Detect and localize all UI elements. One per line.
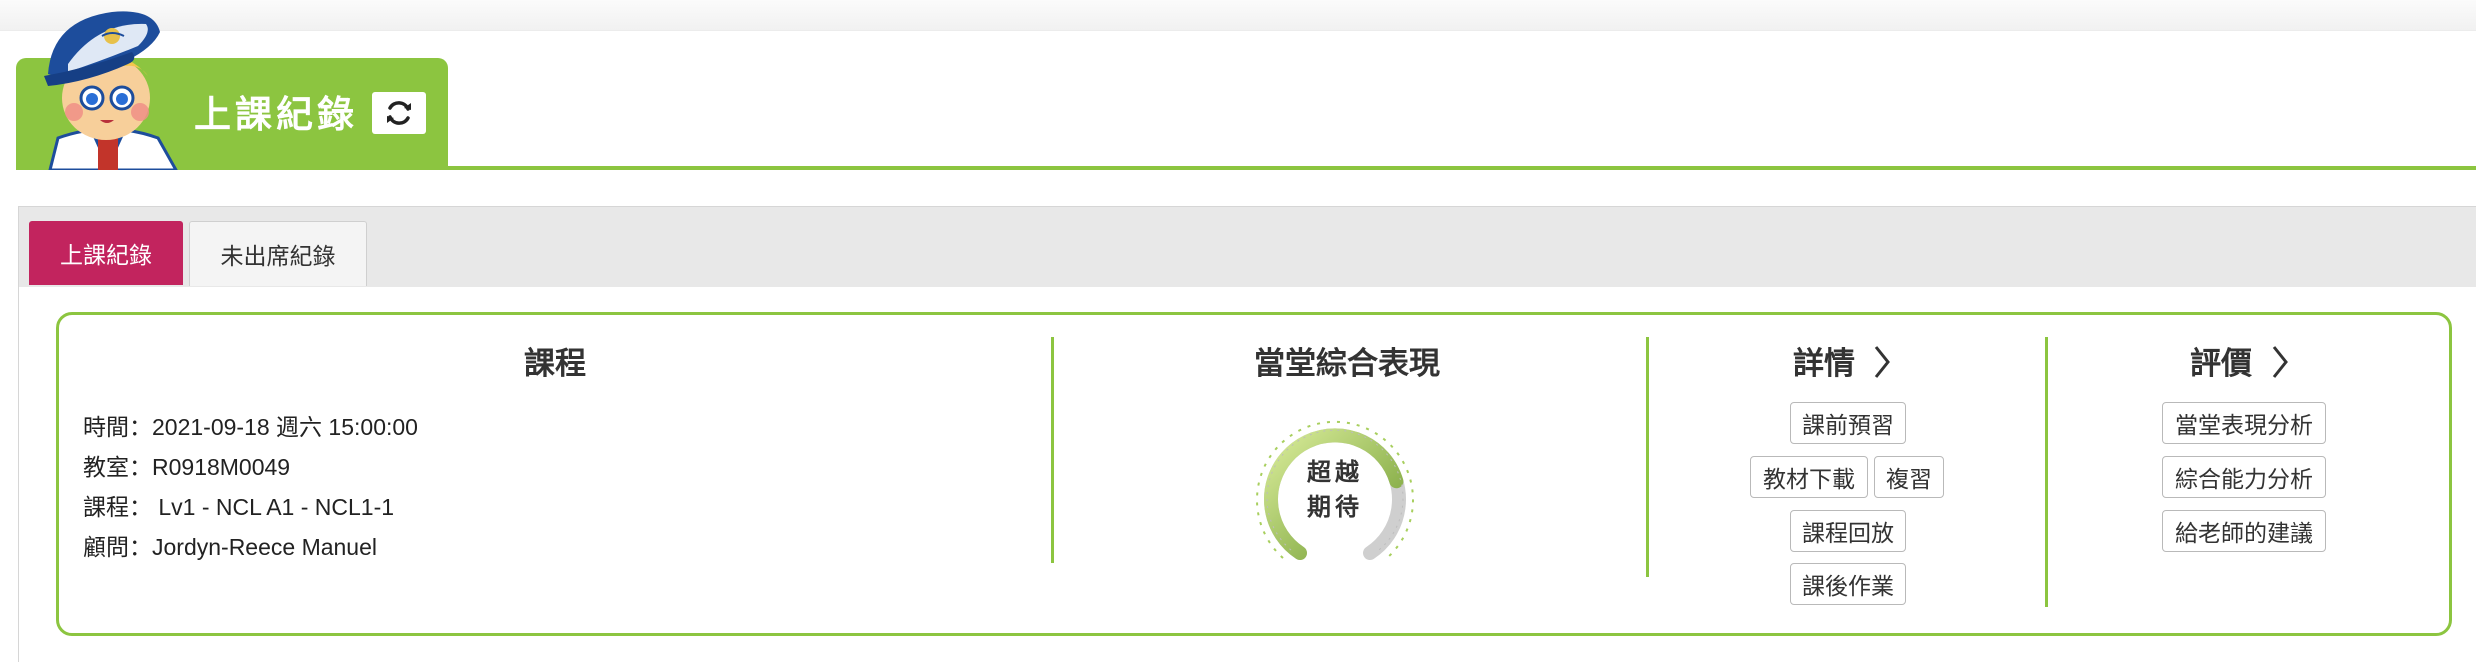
replay-button[interactable]: 課程回放 (1790, 510, 1906, 552)
details-heading[interactable]: 詳情 (1793, 338, 1855, 383)
course-heading: 課程 (524, 346, 586, 382)
refresh-icon (387, 101, 411, 125)
tab-class-records[interactable]: 上課紀錄 (29, 221, 183, 285)
info-course: 課程： Lv1 - NCL A1 - NCL1-1 (83, 488, 394, 522)
column-divider (1646, 337, 1649, 577)
gauge-label: 超越 期待 (1295, 455, 1375, 525)
details-chevron-right-icon[interactable] (1872, 344, 1892, 380)
gauge-label-line2: 期待 (1307, 493, 1363, 521)
title-underline (16, 166, 2476, 170)
homework-button[interactable]: 課後作業 (1790, 563, 1906, 605)
ability-analysis-button[interactable]: 綜合能力分析 (2162, 456, 2326, 498)
preview-button[interactable]: 課前預習 (1790, 402, 1906, 444)
consultant-value: Jordyn-Reece Manuel (152, 534, 378, 560)
consultant-label: 顧問： (83, 535, 152, 561)
gauge-label-line1: 超越 (1307, 458, 1363, 486)
refresh-button[interactable] (372, 92, 426, 134)
tab-absence-records[interactable]: 未出席紀錄 (189, 221, 367, 286)
top-strip (0, 0, 2476, 31)
evaluation-chevron-right-icon[interactable] (2270, 344, 2290, 380)
info-time: 時間：2021-09-18 週六 15:00:00 (83, 408, 418, 442)
classroom-value: R0918M0049 (152, 454, 291, 480)
class-performance-analysis-button[interactable]: 當堂表現分析 (2162, 402, 2326, 444)
page-title: 上課紀錄 (194, 93, 358, 136)
column-divider (2045, 337, 2048, 607)
time-value: 2021-09-18 週六 15:00:00 (152, 414, 418, 440)
course-value: Lv1 - NCL A1 - NCL1-1 (152, 494, 395, 520)
classroom-label: 教室： (83, 455, 152, 481)
performance-heading: 當堂綜合表現 (1254, 346, 1440, 382)
evaluation-heading[interactable]: 評價 (2190, 338, 2252, 383)
teacher-advice-button[interactable]: 給老師的建議 (2162, 510, 2326, 552)
column-divider (1051, 337, 1054, 563)
pilot-mascot-icon (44, 11, 178, 170)
tab-bar: 上課紀錄 未出席紀錄 (18, 206, 2476, 287)
time-label: 時間： (83, 415, 152, 441)
info-classroom: 教室：R0918M0049 (83, 448, 290, 482)
download-materials-button[interactable]: 教材下載 (1750, 456, 1868, 498)
info-consultant: 顧問：Jordyn-Reece Manuel (83, 528, 377, 562)
course-label: 課程： (83, 495, 152, 521)
review-button[interactable]: 複習 (1874, 456, 1944, 498)
